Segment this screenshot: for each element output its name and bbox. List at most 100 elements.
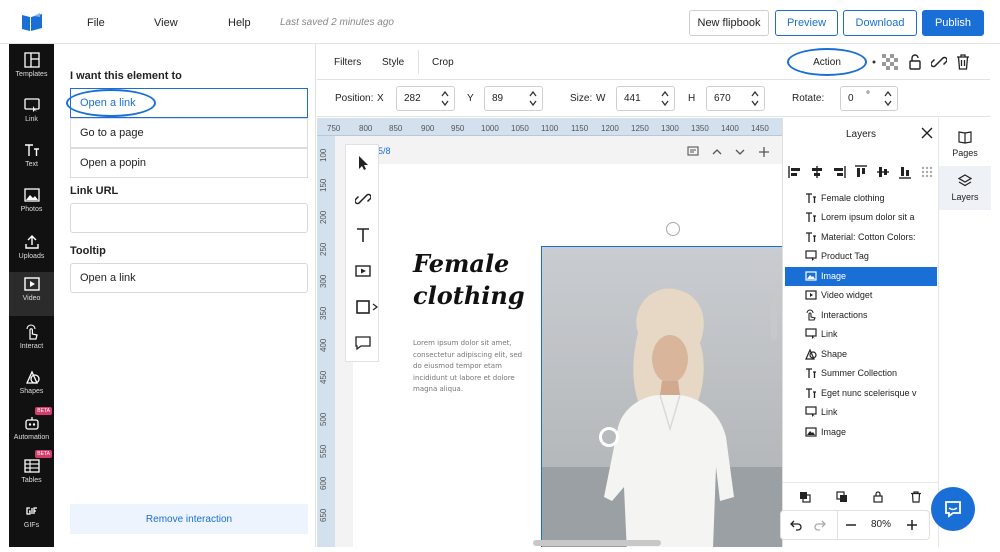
new-flipbook-button[interactable]: New flipbook bbox=[689, 10, 769, 36]
x-input[interactable]: 282 bbox=[396, 86, 455, 111]
menu-view[interactable]: View bbox=[154, 17, 178, 29]
sidebar-item-templates[interactable]: Templates bbox=[9, 48, 54, 92]
align-left-icon[interactable] bbox=[788, 165, 802, 179]
link-chain-icon[interactable] bbox=[931, 54, 947, 70]
layer-item[interactable]: Eget nunc scelerisque v bbox=[785, 384, 937, 403]
chevron-up-icon[interactable] bbox=[711, 146, 723, 158]
lock-icon[interactable] bbox=[872, 491, 884, 503]
sidebar-item-photos[interactable]: Photos bbox=[9, 183, 54, 227]
editor-canvas[interactable]: 5/8 Female clothing Lorem ipsum dolor si… bbox=[335, 136, 782, 547]
align-middle-icon[interactable] bbox=[876, 165, 890, 179]
layer-item[interactable]: Shape bbox=[785, 345, 937, 364]
stepper-arrows-icon[interactable] bbox=[884, 90, 892, 107]
sidebar-label: Text bbox=[25, 161, 38, 168]
remove-interaction-button[interactable]: Remove interaction bbox=[70, 504, 308, 534]
focal-point-icon[interactable] bbox=[599, 427, 619, 447]
tooltip-input[interactable]: Open a link bbox=[70, 263, 308, 293]
horizontal-scrollbar[interactable] bbox=[533, 540, 661, 546]
stepper-arrows-icon[interactable] bbox=[751, 90, 759, 107]
sidebar-item-uploads[interactable]: Uploads bbox=[9, 230, 54, 274]
tab-style[interactable]: Style bbox=[382, 57, 404, 68]
selected-image[interactable] bbox=[541, 246, 782, 547]
vertical-scrollbar[interactable] bbox=[771, 296, 777, 340]
ruler-tick: 850 bbox=[389, 124, 403, 133]
tab-layers[interactable]: Layers bbox=[939, 166, 991, 210]
square-tool-icon[interactable] bbox=[355, 299, 371, 315]
sidebar-item-link[interactable]: Link bbox=[9, 93, 54, 137]
zoom-in-icon[interactable] bbox=[906, 519, 918, 531]
layer-item-selected[interactable]: Image bbox=[785, 267, 937, 286]
sidebar-item-gifs[interactable]: GIFs bbox=[9, 499, 54, 543]
width-input[interactable]: 441 bbox=[616, 86, 675, 111]
app-logo-icon[interactable] bbox=[20, 12, 44, 32]
bring-front-icon[interactable] bbox=[799, 491, 811, 503]
tab-crop[interactable]: Crop bbox=[432, 57, 454, 68]
sidebar-item-automation[interactable]: BETA Automation bbox=[9, 407, 54, 455]
layer-label: Material: Cotton Colors: bbox=[821, 232, 916, 242]
align-center-icon[interactable] bbox=[810, 165, 824, 179]
page-heading[interactable]: Female clothing bbox=[413, 248, 525, 312]
layer-item[interactable]: Lorem ipsum dolor sit a bbox=[785, 208, 937, 227]
rotate-handle-icon[interactable] bbox=[666, 222, 680, 236]
option-go-to-page[interactable]: Go to a page bbox=[70, 118, 308, 148]
undo-icon[interactable] bbox=[790, 519, 802, 531]
drag-grid-icon[interactable] bbox=[920, 165, 934, 179]
link-url-input[interactable] bbox=[70, 203, 308, 233]
zoom-out-icon[interactable] bbox=[845, 519, 857, 531]
comment-icon[interactable] bbox=[687, 146, 699, 158]
comment-tool-icon[interactable] bbox=[355, 335, 371, 351]
ruler-tick: 900 bbox=[421, 124, 435, 133]
tab-filters[interactable]: Filters bbox=[334, 57, 361, 68]
layer-item[interactable]: Interactions bbox=[785, 306, 937, 325]
sidebar-item-shapes[interactable]: Shapes bbox=[9, 365, 54, 409]
tab-label: Layers bbox=[951, 192, 979, 202]
publish-button[interactable]: Publish bbox=[922, 10, 984, 36]
download-button[interactable]: Download bbox=[843, 10, 917, 36]
redo-icon[interactable] bbox=[814, 519, 826, 531]
body-text[interactable]: Lorem ipsum dolor sit amet, consectetur … bbox=[413, 338, 528, 396]
sidebar-item-interact[interactable]: Interact bbox=[9, 320, 54, 364]
video-tool-icon[interactable] bbox=[355, 263, 371, 279]
layer-item[interactable]: Link bbox=[785, 403, 937, 422]
add-page-icon[interactable] bbox=[758, 146, 770, 158]
chevron-down-icon[interactable] bbox=[734, 146, 746, 158]
layer-item[interactable]: Link bbox=[785, 325, 937, 344]
stepper-arrows-icon[interactable] bbox=[661, 90, 669, 107]
rotate-input[interactable]: 0 ° bbox=[840, 86, 898, 111]
layer-item[interactable]: Female clothing bbox=[785, 189, 937, 208]
support-chat-button[interactable] bbox=[931, 487, 975, 531]
stepper-arrows-icon[interactable] bbox=[441, 90, 449, 107]
align-bottom-icon[interactable] bbox=[898, 165, 912, 179]
sidebar-item-text[interactable]: Text bbox=[9, 138, 54, 182]
link-icon bbox=[805, 250, 817, 261]
trash-icon[interactable] bbox=[956, 54, 970, 70]
menu-file[interactable]: File bbox=[87, 17, 105, 29]
ruler-tick: 300 bbox=[319, 274, 328, 288]
send-back-icon[interactable] bbox=[836, 491, 848, 503]
menu-help[interactable]: Help bbox=[228, 17, 251, 29]
layer-item[interactable]: Product Tag bbox=[785, 247, 937, 266]
sidebar-item-tables[interactable]: BETA Tables bbox=[9, 450, 54, 498]
layer-item[interactable]: Summer Collection bbox=[785, 364, 937, 383]
chevron-right-icon[interactable] bbox=[372, 303, 378, 311]
trash-icon[interactable] bbox=[910, 491, 922, 503]
transparency-icon[interactable] bbox=[882, 54, 898, 70]
sidebar-item-video[interactable]: Video bbox=[9, 272, 54, 316]
option-open-popin[interactable]: Open a popin bbox=[70, 148, 308, 178]
link-chain-icon[interactable] bbox=[355, 191, 371, 207]
stepper-arrows-icon[interactable] bbox=[529, 90, 537, 107]
y-input[interactable]: 89 bbox=[484, 86, 543, 111]
align-top-icon[interactable] bbox=[854, 165, 868, 179]
height-input[interactable]: 670 bbox=[706, 86, 765, 111]
tab-pages[interactable]: Pages bbox=[939, 122, 991, 166]
layer-item[interactable]: Material: Cotton Colors: bbox=[785, 228, 937, 247]
text-tool-icon[interactable] bbox=[355, 227, 371, 243]
close-icon[interactable] bbox=[921, 127, 933, 139]
preview-button[interactable]: Preview bbox=[775, 10, 838, 36]
layer-item[interactable]: Video widget bbox=[785, 286, 937, 305]
layer-item[interactable]: Image bbox=[785, 423, 937, 442]
flipbook-page[interactable]: Female clothing Lorem ipsum dolor sit am… bbox=[353, 164, 782, 547]
align-right-icon[interactable] bbox=[832, 165, 846, 179]
cursor-icon[interactable] bbox=[355, 155, 371, 171]
lock-icon[interactable] bbox=[908, 54, 922, 70]
